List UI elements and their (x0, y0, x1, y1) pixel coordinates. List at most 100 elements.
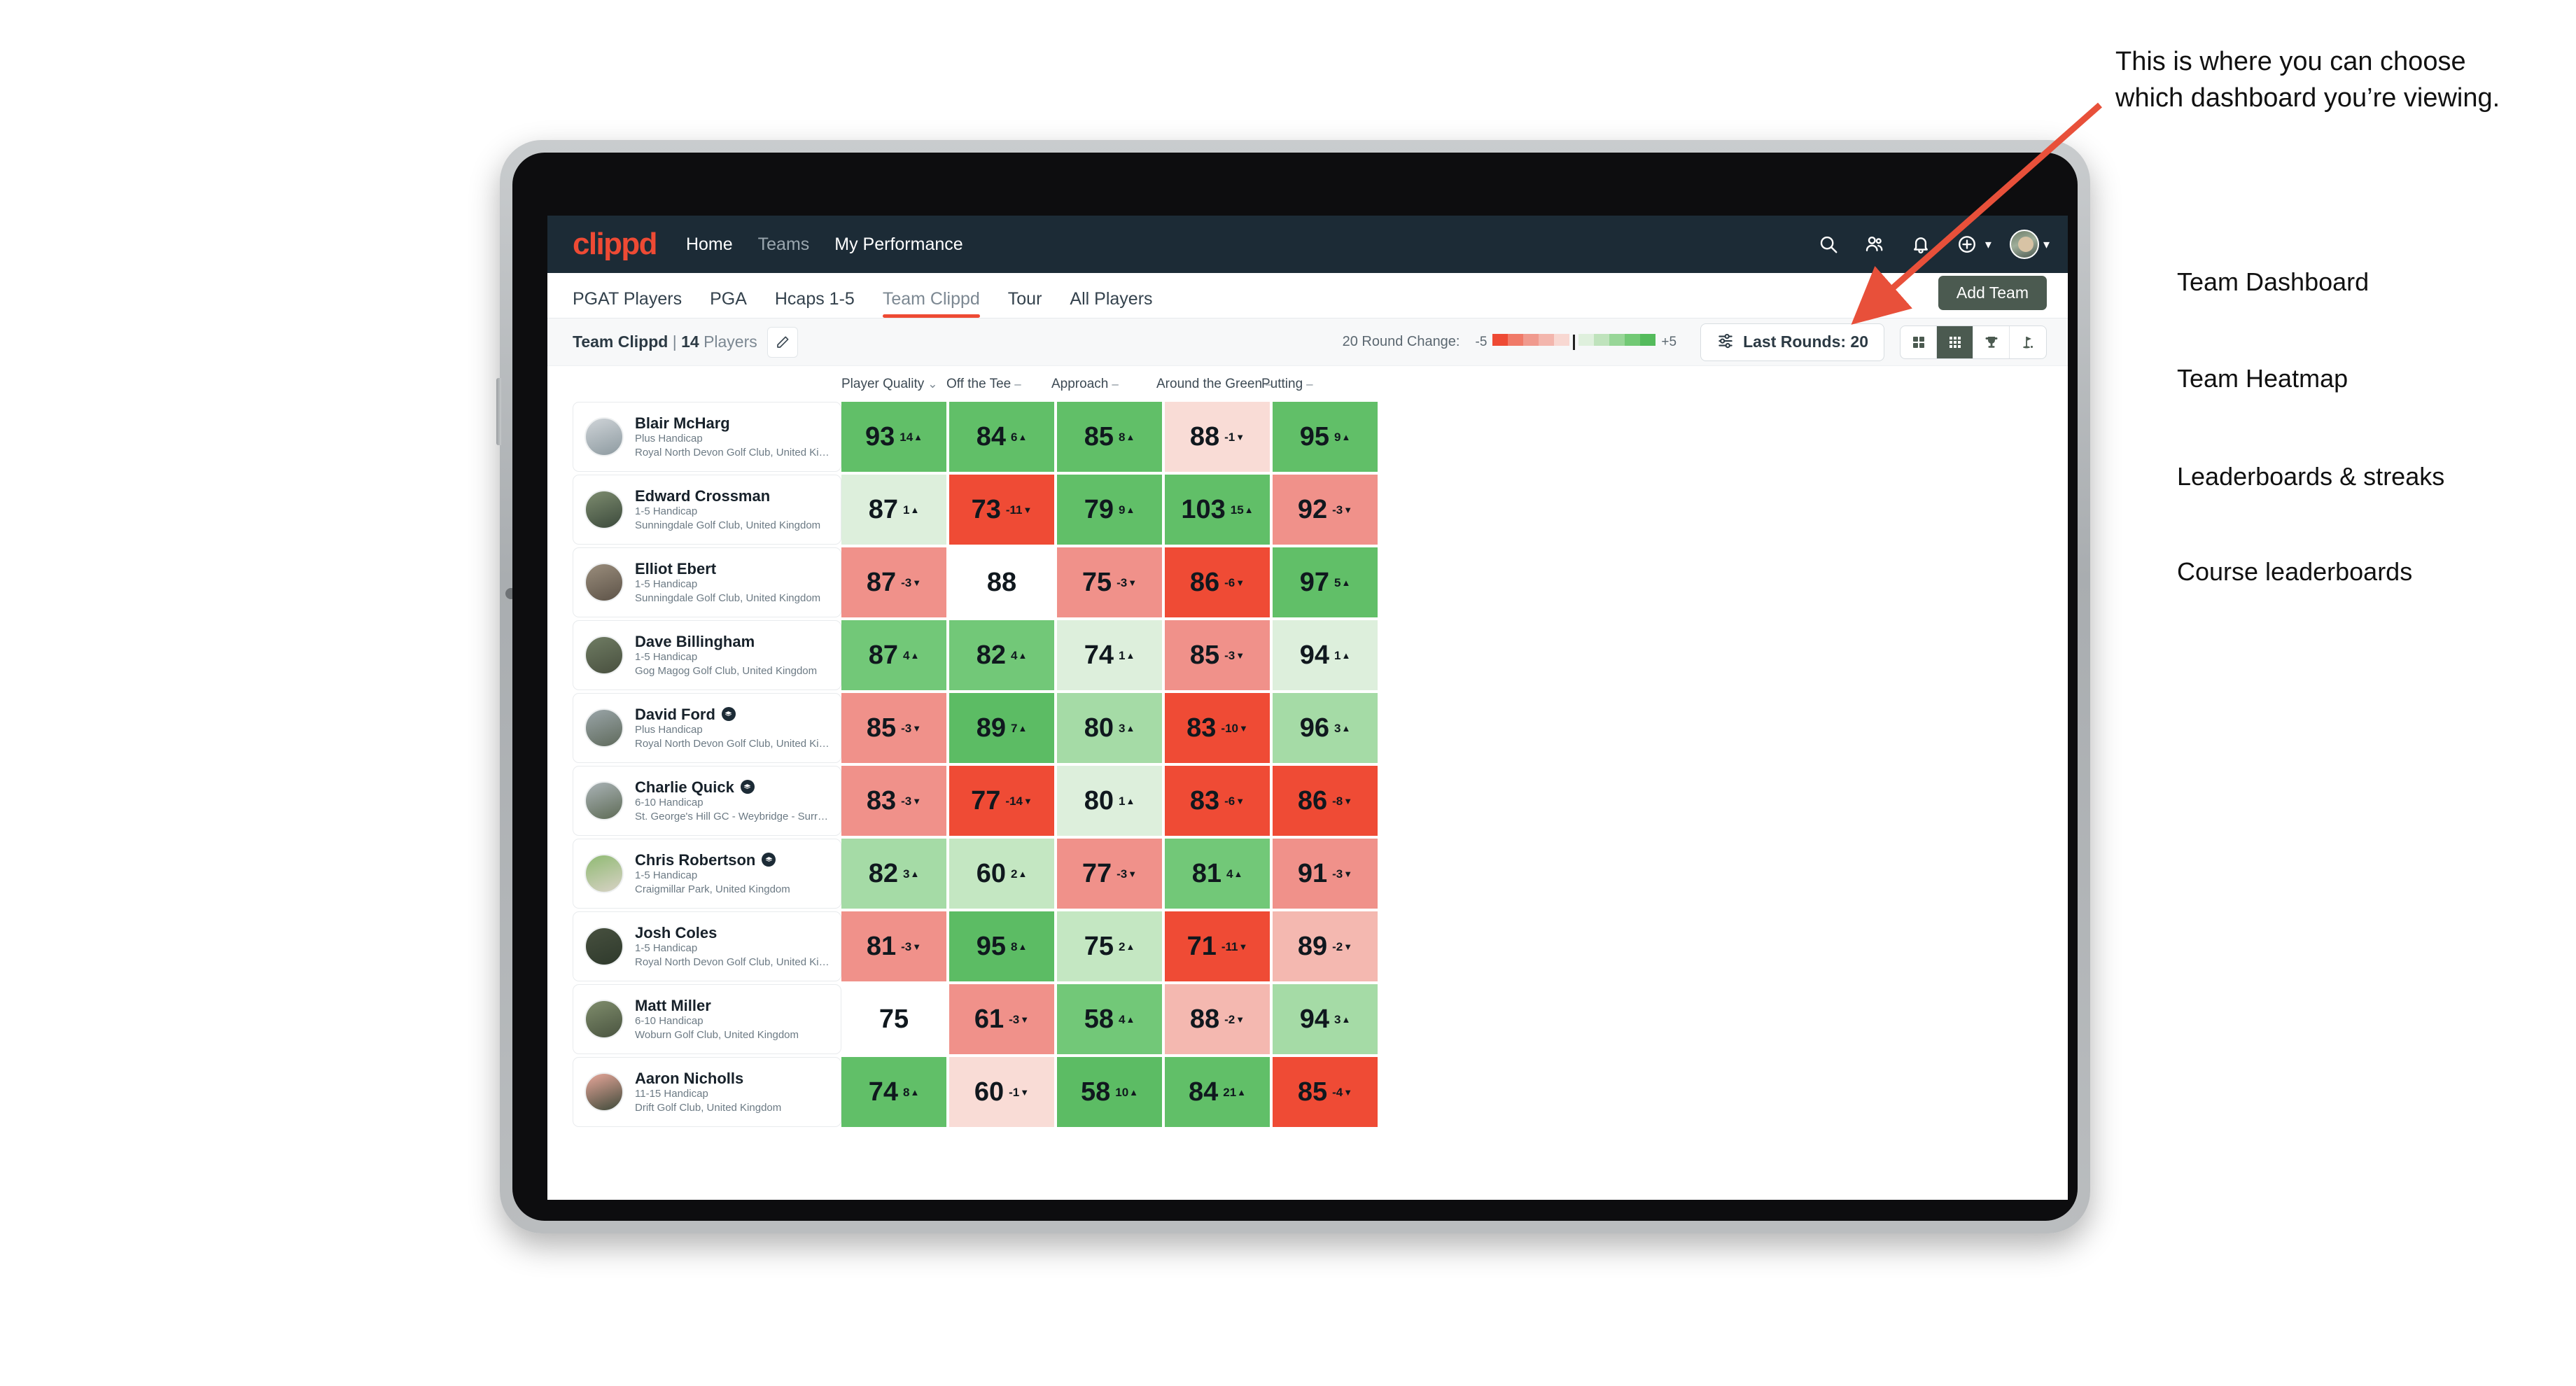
grid-2x2-icon[interactable] (1900, 326, 1937, 358)
player-card[interactable]: Josh Coles 1-5 Handicap Royal North Devon … (573, 911, 841, 981)
heatmap-cell[interactable]: 83 -3 ▼ (841, 766, 946, 836)
team-heatmap-grid[interactable]: Blair McHarg Plus Handicap Royal North Dev… (547, 402, 2068, 1200)
heatmap-cell[interactable]: 85 8 ▲ (1057, 402, 1162, 472)
heatmap-cell[interactable]: 97 5 ▲ (1273, 547, 1378, 617)
player-card[interactable]: Dave Billingham 1-5 Handicap Gog Magog Gol… (573, 620, 841, 690)
heatmap-cell[interactable]: 61 -3 ▼ (949, 984, 1054, 1054)
nav-link-my-performance[interactable]: My Performance (834, 234, 962, 255)
heatmap-cell[interactable]: 95 8 ▲ (949, 911, 1054, 981)
heatmap-cell[interactable]: 58 10 ▲ (1057, 1057, 1162, 1127)
heatmap-cell[interactable]: 83 -6 ▼ (1165, 766, 1270, 836)
table-row[interactable]: Matt Miller 6-10 Handicap Woburn Golf Club… (573, 984, 2068, 1054)
tab-hcaps-1-5[interactable]: Hcaps 1-5 (775, 289, 855, 318)
heatmap-cell[interactable]: 82 4 ▲ (949, 620, 1054, 690)
heatmap-cell[interactable]: 94 1 ▲ (1273, 620, 1378, 690)
tab-pga[interactable]: PGA (710, 289, 747, 318)
heatmap-cell[interactable]: 60 2 ▲ (949, 839, 1054, 909)
heatmap-cell[interactable]: 77 -3 ▼ (1057, 839, 1162, 909)
column-header-off-the-tee[interactable]: Off the Tee – (946, 377, 1051, 392)
table-row[interactable]: Charlie Quick 6-10 Handicap St. George's H… (573, 766, 2068, 836)
table-row[interactable]: David Ford Plus Handicap Royal North Devon… (573, 693, 2068, 763)
trophy-icon[interactable] (1973, 326, 2010, 358)
chevron-down-icon-profile[interactable]: ▾ (2043, 237, 2050, 252)
table-row[interactable]: Elliot Ebert 1-5 Handicap Sunningdale Golf… (573, 547, 2068, 617)
people-icon[interactable] (1861, 230, 1889, 258)
player-card[interactable]: Aaron Nicholls 11-15 Handicap Drift Golf C… (573, 1057, 841, 1127)
player-card[interactable]: David Ford Plus Handicap Royal North Devon… (573, 693, 841, 763)
heatmap-cell[interactable]: 74 8 ▲ (841, 1057, 946, 1127)
heatmap-cell[interactable]: 73 -11 ▼ (949, 475, 1054, 545)
heatmap-cell[interactable]: 75 2 ▲ (1057, 911, 1162, 981)
tab-team-clippd[interactable]: Team Clippd (882, 289, 980, 318)
heatmap-cell[interactable]: 71 -11 ▼ (1165, 911, 1270, 981)
column-header-putting[interactable]: Putting – (1261, 377, 1366, 392)
heatmap-cell[interactable]: 92 -3 ▼ (1273, 475, 1378, 545)
heatmap-cell[interactable]: 91 -3 ▼ (1273, 839, 1378, 909)
avatar[interactable] (2009, 230, 2039, 259)
heatmap-cell[interactable]: 88 -2 ▼ (1165, 984, 1270, 1054)
heatmap-cell[interactable]: 85 -4 ▼ (1273, 1057, 1378, 1127)
heatmap-cell[interactable]: 74 1 ▲ (1057, 620, 1162, 690)
heatmap-cell[interactable]: 79 9 ▲ (1057, 475, 1162, 545)
table-row[interactable]: Edward Crossman 1-5 Handicap Sunningdale G… (573, 475, 2068, 545)
heatmap-cell[interactable]: 80 1 ▲ (1057, 766, 1162, 836)
heatmap-cell[interactable]: 77 -14 ▼ (949, 766, 1054, 836)
heatmap-cell[interactable]: 94 3 ▲ (1273, 984, 1378, 1054)
grid-3x3-icon[interactable] (1937, 326, 1973, 358)
heatmap-cell[interactable]: 75 (841, 984, 946, 1054)
player-card[interactable]: Blair McHarg Plus Handicap Royal North Dev… (573, 402, 841, 472)
heatmap-cell[interactable]: 81 4 ▲ (1165, 839, 1270, 909)
tab-tour[interactable]: Tour (1008, 289, 1042, 318)
player-card[interactable]: Matt Miller 6-10 Handicap Woburn Golf Club… (573, 984, 841, 1054)
player-card[interactable]: Chris Robertson 1-5 Handicap Craigmillar P… (573, 839, 841, 909)
heatmap-cell[interactable]: 87 -3 ▼ (841, 547, 946, 617)
table-row[interactable]: Blair McHarg Plus Handicap Royal North Dev… (573, 402, 2068, 472)
heatmap-cell[interactable]: 82 3 ▲ (841, 839, 946, 909)
search-icon[interactable] (1814, 230, 1842, 258)
bell-icon[interactable] (1907, 230, 1935, 258)
heatmap-cell[interactable]: 58 4 ▲ (1057, 984, 1162, 1054)
heatmap-cell[interactable]: 75 -3 ▼ (1057, 547, 1162, 617)
heatmap-cell[interactable]: 85 -3 ▼ (1165, 620, 1270, 690)
heatmap-cell[interactable]: 95 9 ▲ (1273, 402, 1378, 472)
heatmap-cell[interactable]: 86 -6 ▼ (1165, 547, 1270, 617)
heatmap-cell[interactable]: 87 4 ▲ (841, 620, 946, 690)
add-team-button[interactable]: Add Team (1938, 276, 2047, 310)
player-card[interactable]: Charlie Quick 6-10 Handicap St. George's H… (573, 766, 841, 836)
heatmap-cell[interactable]: 80 3 ▲ (1057, 693, 1162, 763)
clippd-logo[interactable]: clippd (573, 229, 658, 260)
heatmap-cell[interactable]: 103 15 ▲ (1165, 475, 1270, 545)
heatmap-cell[interactable]: 88 -1 ▼ (1165, 402, 1270, 472)
nav-link-home[interactable]: Home (686, 234, 733, 255)
heatmap-cell[interactable]: 83 -10 ▼ (1165, 693, 1270, 763)
heatmap-cell[interactable]: 89 7 ▲ (949, 693, 1054, 763)
heatmap-cell[interactable]: 88 (949, 547, 1054, 617)
heatmap-cell[interactable]: 93 14 ▲ (841, 402, 946, 472)
plus-circle-icon[interactable] (1953, 230, 1981, 258)
column-header-player-quality[interactable]: Player Quality ⌄ (841, 377, 946, 392)
table-row[interactable]: Josh Coles 1-5 Handicap Royal North Devon … (573, 911, 2068, 981)
player-card[interactable]: Elliot Ebert 1-5 Handicap Sunningdale Golf… (573, 547, 841, 617)
tab-all-players[interactable]: All Players (1070, 289, 1152, 318)
chevron-down-icon-add[interactable]: ▾ (1985, 237, 1991, 252)
column-header-approach[interactable]: Approach – (1051, 377, 1156, 392)
tab-pgat-players[interactable]: PGAT Players (573, 289, 682, 318)
heatmap-cell[interactable]: 96 3 ▲ (1273, 693, 1378, 763)
golf-flag-icon[interactable] (2010, 326, 2046, 358)
last-rounds-button[interactable]: Last Rounds: 20 (1700, 323, 1884, 361)
heatmap-cell[interactable]: 60 -1 ▼ (949, 1057, 1054, 1127)
player-card[interactable]: Edward Crossman 1-5 Handicap Sunningdale G… (573, 475, 841, 545)
column-header-around-the-green[interactable]: Around the Green – (1156, 377, 1273, 392)
table-row[interactable]: Chris Robertson 1-5 Handicap Craigmillar P… (573, 839, 2068, 909)
heatmap-cell[interactable]: 84 6 ▲ (949, 402, 1054, 472)
heatmap-cell[interactable]: 89 -2 ▼ (1273, 911, 1378, 981)
pencil-icon[interactable] (766, 326, 798, 358)
heatmap-cell[interactable]: 86 -8 ▼ (1273, 766, 1378, 836)
heatmap-cell[interactable]: 84 21 ▲ (1165, 1057, 1270, 1127)
heatmap-cell[interactable]: 81 -3 ▼ (841, 911, 946, 981)
nav-link-teams[interactable]: Teams (758, 234, 810, 255)
heatmap-cell[interactable]: 87 1 ▲ (841, 475, 946, 545)
table-row[interactable]: Dave Billingham 1-5 Handicap Gog Magog Gol… (573, 620, 2068, 690)
heatmap-cell[interactable]: 85 -3 ▼ (841, 693, 946, 763)
table-row[interactable]: Aaron Nicholls 11-15 Handicap Drift Golf C… (573, 1057, 2068, 1127)
